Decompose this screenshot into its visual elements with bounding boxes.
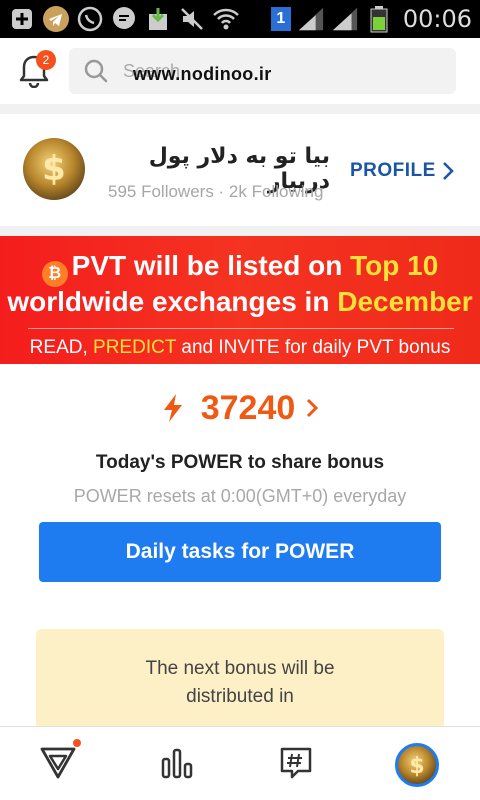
bonus-text: The next bonus will be distributed in — [145, 658, 335, 707]
wifi-icon — [212, 5, 240, 33]
nav-home-icon[interactable] — [38, 743, 78, 783]
power-subtitle: POWER resets at 0:00(GMT+0) everyday — [73, 486, 407, 506]
status-bar: 1 00:06 — [0, 0, 480, 38]
battery-icon — [365, 5, 393, 33]
clock: 00:06 — [402, 5, 472, 33]
add-icon — [8, 5, 36, 33]
divider — [0, 226, 480, 236]
svg-text:$: $ — [42, 149, 66, 189]
banner-divider — [28, 328, 454, 329]
promo-banner[interactable]: ₿ PVT will be listed on Top 10 worldwide … — [0, 236, 480, 364]
power-score[interactable]: 37240 — [0, 380, 480, 436]
chevron-right-icon[interactable] — [440, 160, 456, 182]
mute-icon — [178, 5, 206, 33]
chat-icon — [110, 5, 138, 33]
whatsapp-icon — [76, 5, 104, 33]
bottom-nav: $ — [0, 726, 480, 800]
search-icon — [83, 58, 109, 84]
banner-headline-1: ₿ PVT will be listed on Top 10 — [0, 250, 480, 287]
bolt-icon — [163, 394, 182, 422]
coin-icon: ₿ — [41, 261, 68, 287]
profile-button[interactable]: PROFILE — [350, 160, 436, 182]
download-icon — [144, 5, 172, 33]
notification-badge: 2 — [36, 50, 56, 70]
nav-hashtag-icon[interactable] — [276, 743, 316, 783]
banner-headline-2: worldwide exchanges in December — [7, 286, 473, 317]
profile-card[interactable]: $ بیا تو به دلار پول دربیار 595 Follower… — [0, 116, 480, 226]
svg-text:$: $ — [409, 754, 424, 779]
nav-profile-avatar[interactable]: $ — [395, 743, 439, 787]
profile-stats: 595 Followers · 2k Following — [108, 182, 324, 201]
telegram-icon — [42, 5, 70, 33]
banner-subline: READ, PREDICT and INVITE for daily PVT b… — [29, 337, 451, 358]
watermark-text: www.nodinoo.ir — [133, 64, 272, 84]
chevron-right-icon[interactable] — [305, 397, 319, 419]
daily-tasks-button[interactable]: Daily tasks for POWER — [39, 522, 441, 582]
sim-badge: 1 — [270, 7, 291, 31]
signal-icon — [331, 5, 359, 33]
power-value: 37240 — [200, 388, 296, 427]
divider — [0, 104, 480, 114]
avatar[interactable]: $ — [23, 138, 85, 200]
power-title: Today's POWER to share bonus — [95, 452, 385, 473]
nav-chart-icon[interactable] — [157, 743, 197, 783]
nav-notification-dot — [73, 739, 81, 747]
signal-icon — [297, 5, 325, 33]
